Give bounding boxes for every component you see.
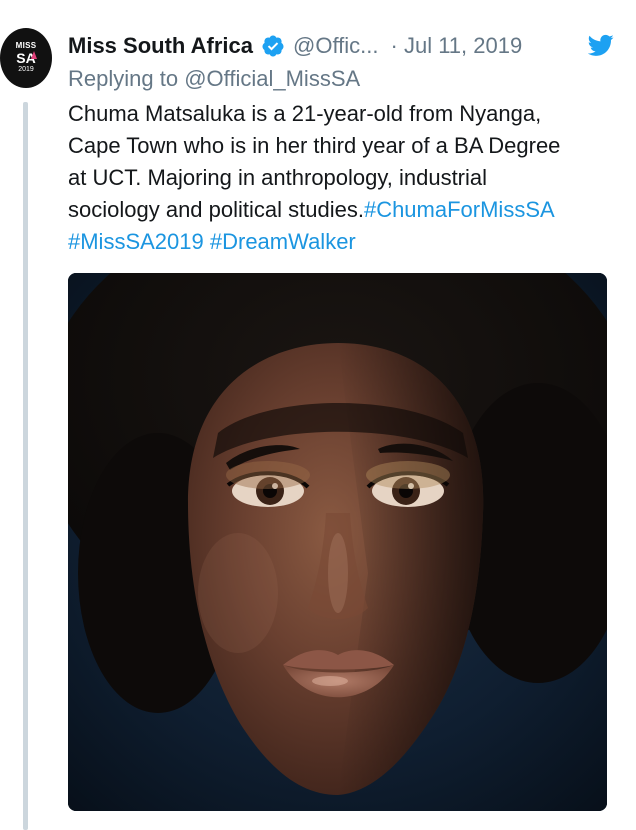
hashtag-link[interactable]: #MissSA2019 bbox=[68, 229, 204, 254]
portrait-photo bbox=[68, 273, 607, 811]
verified-badge-icon bbox=[261, 34, 285, 58]
avatar-logo-line2: SA bbox=[16, 50, 36, 66]
avatar-logo-line1: MISS bbox=[15, 41, 37, 50]
twitter-bird-icon[interactable] bbox=[587, 33, 614, 57]
replying-prefix: Replying to bbox=[68, 66, 179, 91]
replying-to: Replying to @Official_MissSA bbox=[68, 66, 360, 92]
user-handle[interactable]: @Offic... bbox=[293, 33, 379, 59]
tweet-text-line: Cape Town who is in her third year of a … bbox=[68, 133, 561, 158]
tweet-header: Miss South Africa @Offic... · Jul 11, 20… bbox=[68, 30, 614, 62]
tweet-text-line: #MissSA2019 #DreamWalker bbox=[68, 226, 628, 258]
date-value: Jul 11, 2019 bbox=[403, 33, 523, 58]
thread-connector-line bbox=[23, 102, 28, 830]
tweet-date[interactable]: · Jul 11, 2019 bbox=[391, 33, 523, 59]
tweet-text: Chuma Matsaluka is a 21-year-old from Ny… bbox=[68, 98, 628, 258]
avatar-logo: MISS SA 2019 bbox=[10, 41, 42, 74]
replying-mention-link[interactable]: @Official_MissSA bbox=[184, 66, 360, 91]
tweet-text-line: sociology and political studies.#ChumaFo… bbox=[68, 194, 628, 226]
hashtag-link[interactable]: #ChumaForMissSA bbox=[364, 197, 555, 222]
tweet-text-line: Chuma Matsaluka is a 21-year-old from Ny… bbox=[68, 101, 542, 126]
logo-accent-icon bbox=[31, 51, 37, 59]
hashtag-link[interactable]: #DreamWalker bbox=[210, 229, 356, 254]
avatar[interactable]: MISS SA 2019 bbox=[0, 28, 52, 88]
tweet-text-segment: sociology and political studies. bbox=[68, 197, 364, 222]
date-separator: · bbox=[390, 33, 398, 58]
avatar-logo-line3: 2019 bbox=[18, 66, 34, 73]
tweet-text-line: at UCT. Majoring in anthropology, indust… bbox=[68, 165, 488, 190]
tweet-media-image[interactable] bbox=[68, 273, 607, 811]
display-name[interactable]: Miss South Africa bbox=[68, 33, 253, 59]
